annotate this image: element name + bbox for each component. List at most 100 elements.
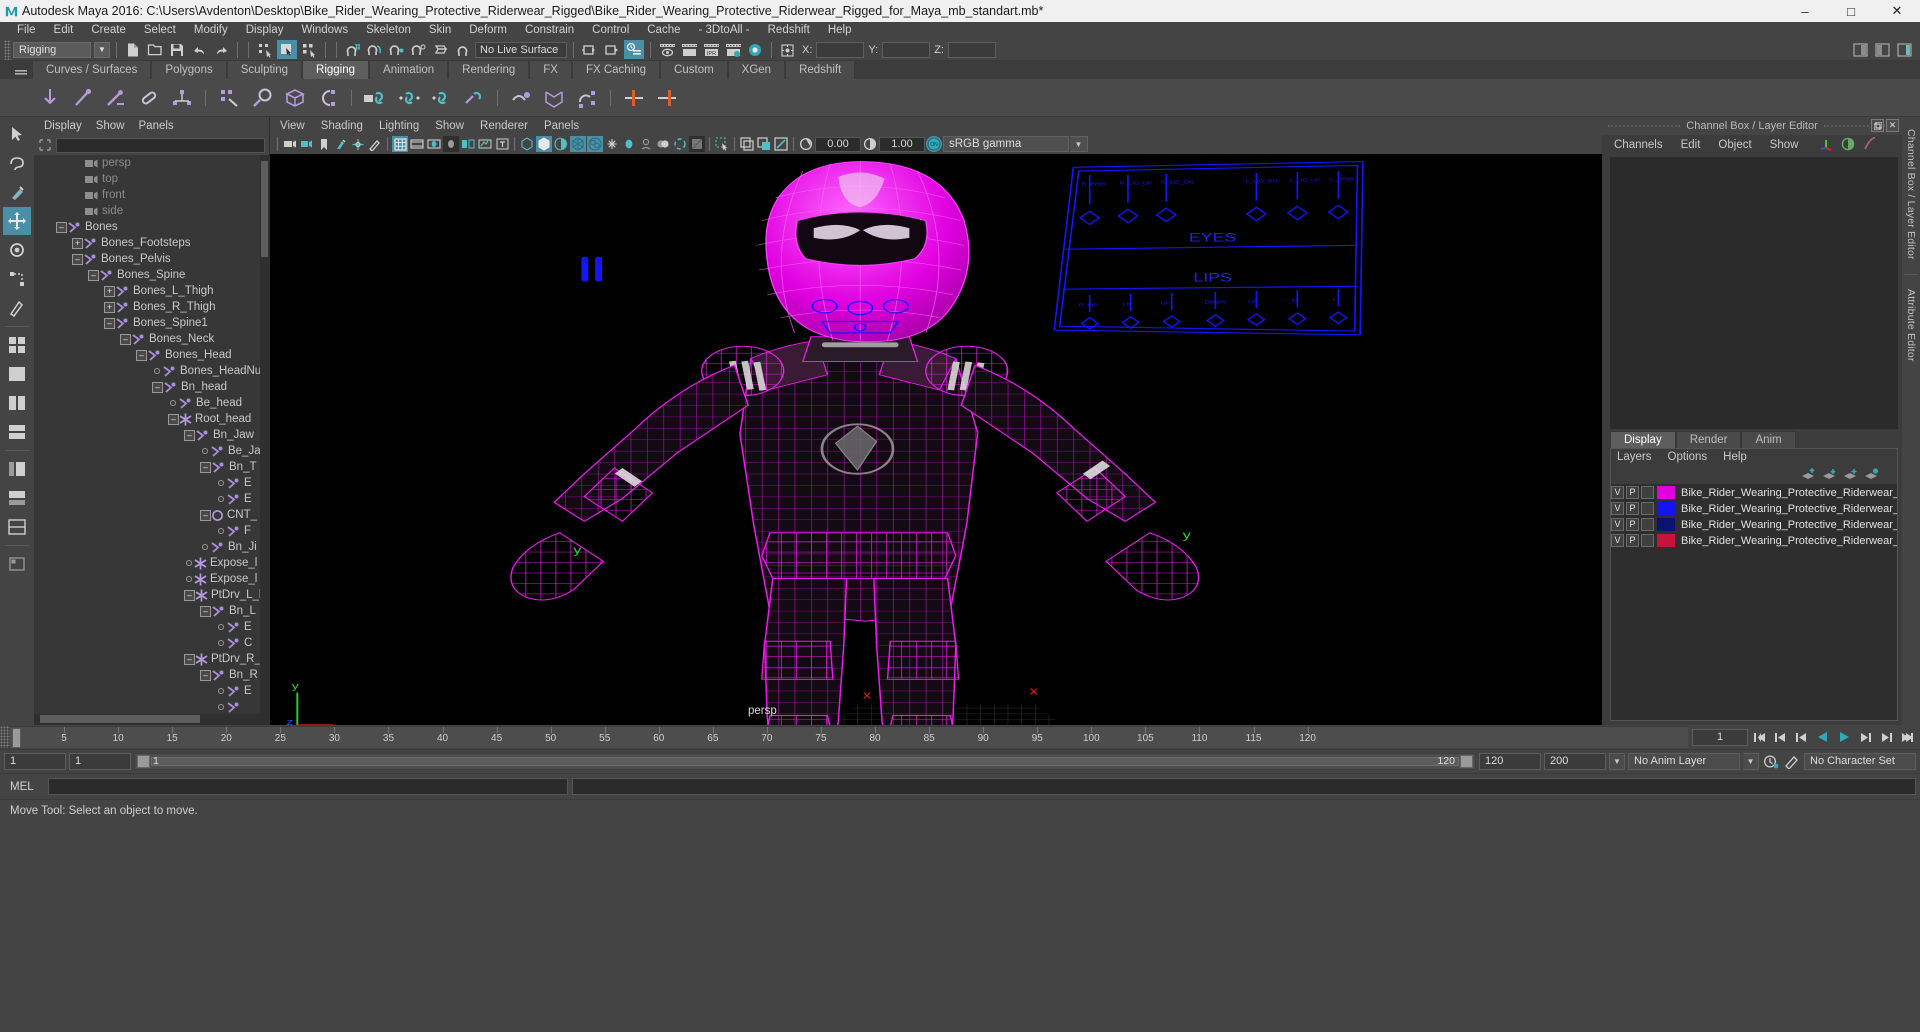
- time-slider-track[interactable]: 5 10 15 20 25 30 35 40 45 50 55 60 65 70 75 80 85 90 95 100…: [10, 726, 1688, 748]
- move-tool-icon[interactable]: [3, 207, 31, 235]
- motion-blur-icon[interactable]: [638, 136, 654, 152]
- shelf-tab-sculpting[interactable]: Sculpting: [226, 60, 303, 79]
- smooth-shading-icon[interactable]: [536, 136, 552, 152]
- minimize-button[interactable]: –: [1782, 0, 1828, 22]
- lasso-tool-icon[interactable]: [3, 149, 31, 177]
- layer-tab-render[interactable]: Render: [1675, 430, 1742, 448]
- undo-icon[interactable]: [189, 40, 209, 59]
- input-connections-icon[interactable]: [580, 40, 600, 59]
- layout-single-pane-icon[interactable]: [3, 360, 31, 388]
- outliner-menu-show[interactable]: Show: [96, 120, 125, 132]
- outliner-hscrollbar[interactable]: [34, 714, 269, 725]
- outliner-menu-panels[interactable]: Panels: [139, 120, 174, 132]
- render-current-frame-icon[interactable]: [657, 40, 677, 59]
- joint-tool-icon[interactable]: [36, 84, 64, 112]
- grease-pencil-icon[interactable]: [367, 136, 383, 152]
- outliner-item[interactable]: + Bones_L_Thigh: [34, 283, 269, 299]
- layer-playback-toggle[interactable]: P: [1626, 486, 1639, 499]
- open-scene-icon[interactable]: [145, 40, 165, 59]
- menu-item-create[interactable]: Create: [82, 22, 135, 39]
- shelf-tab-animation[interactable]: Animation: [369, 60, 449, 79]
- tree-collapse-icon[interactable]: –: [88, 269, 99, 281]
- shelf-tab-rigging[interactable]: Rigging: [302, 60, 370, 79]
- tree-collapse-icon[interactable]: –: [200, 509, 211, 521]
- tree-collapse-icon[interactable]: –: [168, 413, 179, 425]
- snap-to-point-icon[interactable]: [387, 40, 407, 59]
- tree-collapse-icon[interactable]: –: [200, 669, 211, 681]
- pole-vector-constraint-icon[interactable]: [460, 84, 488, 112]
- outliner-item[interactable]: + Bones_R_Thigh: [34, 299, 269, 315]
- anim-end-field[interactable]: 120: [1479, 753, 1541, 770]
- shelf-tab-fx[interactable]: FX: [529, 60, 572, 79]
- rotate-tool-icon[interactable]: [3, 236, 31, 264]
- layer-color-swatch[interactable]: [1657, 486, 1675, 499]
- select-camera-icon[interactable]: [282, 136, 298, 152]
- channelbox-menu-show[interactable]: Show: [1770, 139, 1799, 151]
- tree-collapse-icon[interactable]: –: [184, 429, 195, 441]
- color-management-toggle-icon[interactable]: ON: [926, 136, 942, 152]
- set-breakdown-key-icon[interactable]: [653, 84, 681, 112]
- viewport-3d[interactable]: EYES LIPS R_BRW R_LID_UP R_LID_DN L_LID_DN…: [270, 154, 1602, 725]
- menu-item-modify[interactable]: Modify: [185, 22, 237, 39]
- use-all-lights-icon[interactable]: [587, 136, 603, 152]
- vertical-tab-channel-box-layer-editor[interactable]: Channel Box / Layer Editor: [1905, 123, 1917, 266]
- range-spin-arrow[interactable]: ▼: [1609, 753, 1625, 770]
- outliner-item[interactable]: E: [34, 619, 269, 635]
- mel-command-input[interactable]: [48, 778, 568, 795]
- select-tool-icon[interactable]: [3, 120, 31, 148]
- toolbar-grip[interactable]: [4, 39, 11, 60]
- outliner-item[interactable]: [34, 699, 269, 714]
- menuset-dropdown-arrow[interactable]: ▼: [94, 41, 110, 58]
- layer-visibility-toggle[interactable]: V: [1611, 534, 1624, 547]
- layout-two-pane-side-icon[interactable]: [3, 389, 31, 417]
- layer-color-swatch[interactable]: [1657, 502, 1675, 515]
- snap-to-grid-icon[interactable]: [343, 40, 363, 59]
- ik-spline-handle-icon[interactable]: [102, 84, 130, 112]
- go-to-start-icon[interactable]: [1751, 728, 1769, 746]
- paint-select-tool-icon[interactable]: [3, 178, 31, 206]
- layer-tab-display[interactable]: Display: [1610, 430, 1676, 448]
- layout-persp-graph-icon[interactable]: [3, 484, 31, 512]
- menu-item-deform[interactable]: Deform: [460, 22, 516, 39]
- resolution-gate-icon[interactable]: [426, 136, 442, 152]
- outliner-item[interactable]: – Bn_Jaw: [34, 427, 269, 443]
- gamma-control-icon[interactable]: [862, 136, 878, 152]
- display-layer-row[interactable]: V P Bike_Rider_Wearing_Protective_Riderwea…: [1611, 485, 1897, 501]
- outliner-item[interactable]: Expose_l: [34, 571, 269, 587]
- range-bar[interactable]: [151, 757, 1459, 766]
- ik-handle-tool-icon[interactable]: [69, 84, 97, 112]
- layer-playback-toggle[interactable]: P: [1626, 502, 1639, 515]
- image-plane-icon[interactable]: [333, 136, 349, 152]
- coord-x-field[interactable]: [816, 41, 865, 58]
- layer-playback-toggle[interactable]: P: [1626, 534, 1639, 547]
- layer-display-type-toggle[interactable]: [1641, 534, 1654, 547]
- outliner-vscrollbar[interactable]: [260, 155, 269, 714]
- menu-item-file[interactable]: File: [8, 22, 45, 39]
- show-attribute-editor-icon[interactable]: [1850, 40, 1870, 59]
- anim-layer-select[interactable]: No Anim Layer: [1628, 753, 1740, 770]
- make-live-icon[interactable]: [453, 40, 473, 59]
- viewport-menu-view[interactable]: View: [280, 120, 305, 132]
- channel-box-attribute-list[interactable]: [1610, 157, 1898, 429]
- gate-mask-icon[interactable]: [443, 136, 459, 152]
- layout-persp-outliner-icon[interactable]: [3, 455, 31, 483]
- xray-joints-mode-icon[interactable]: [773, 136, 789, 152]
- outliner-vscroll-thumb[interactable]: [261, 161, 268, 257]
- isolate-select-icon[interactable]: [689, 136, 705, 152]
- menu-item-cache[interactable]: Cache: [638, 22, 689, 39]
- outliner-item[interactable]: Be_Ja: [34, 443, 269, 459]
- show-tool-settings-icon[interactable]: [1872, 40, 1892, 59]
- layer-visibility-toggle[interactable]: V: [1611, 486, 1624, 499]
- snap-to-curve-icon[interactable]: [365, 40, 385, 59]
- outliner-item[interactable]: + Bones_Footsteps: [34, 235, 269, 251]
- vertical-tab-attribute-editor[interactable]: Attribute Editor: [1905, 283, 1917, 368]
- step-back-frame-icon[interactable]: [1793, 728, 1811, 746]
- tree-collapse-icon[interactable]: –: [120, 333, 131, 345]
- textured-shading-icon[interactable]: [570, 136, 586, 152]
- outliner-item[interactable]: F: [34, 523, 269, 539]
- redo-icon[interactable]: [211, 40, 231, 59]
- time-slider-grip[interactable]: [0, 726, 10, 748]
- close-panel-button[interactable]: ✕: [1886, 119, 1899, 132]
- live-surface-field[interactable]: No Live Surface: [475, 41, 567, 58]
- orient-constraint-icon[interactable]: [427, 84, 455, 112]
